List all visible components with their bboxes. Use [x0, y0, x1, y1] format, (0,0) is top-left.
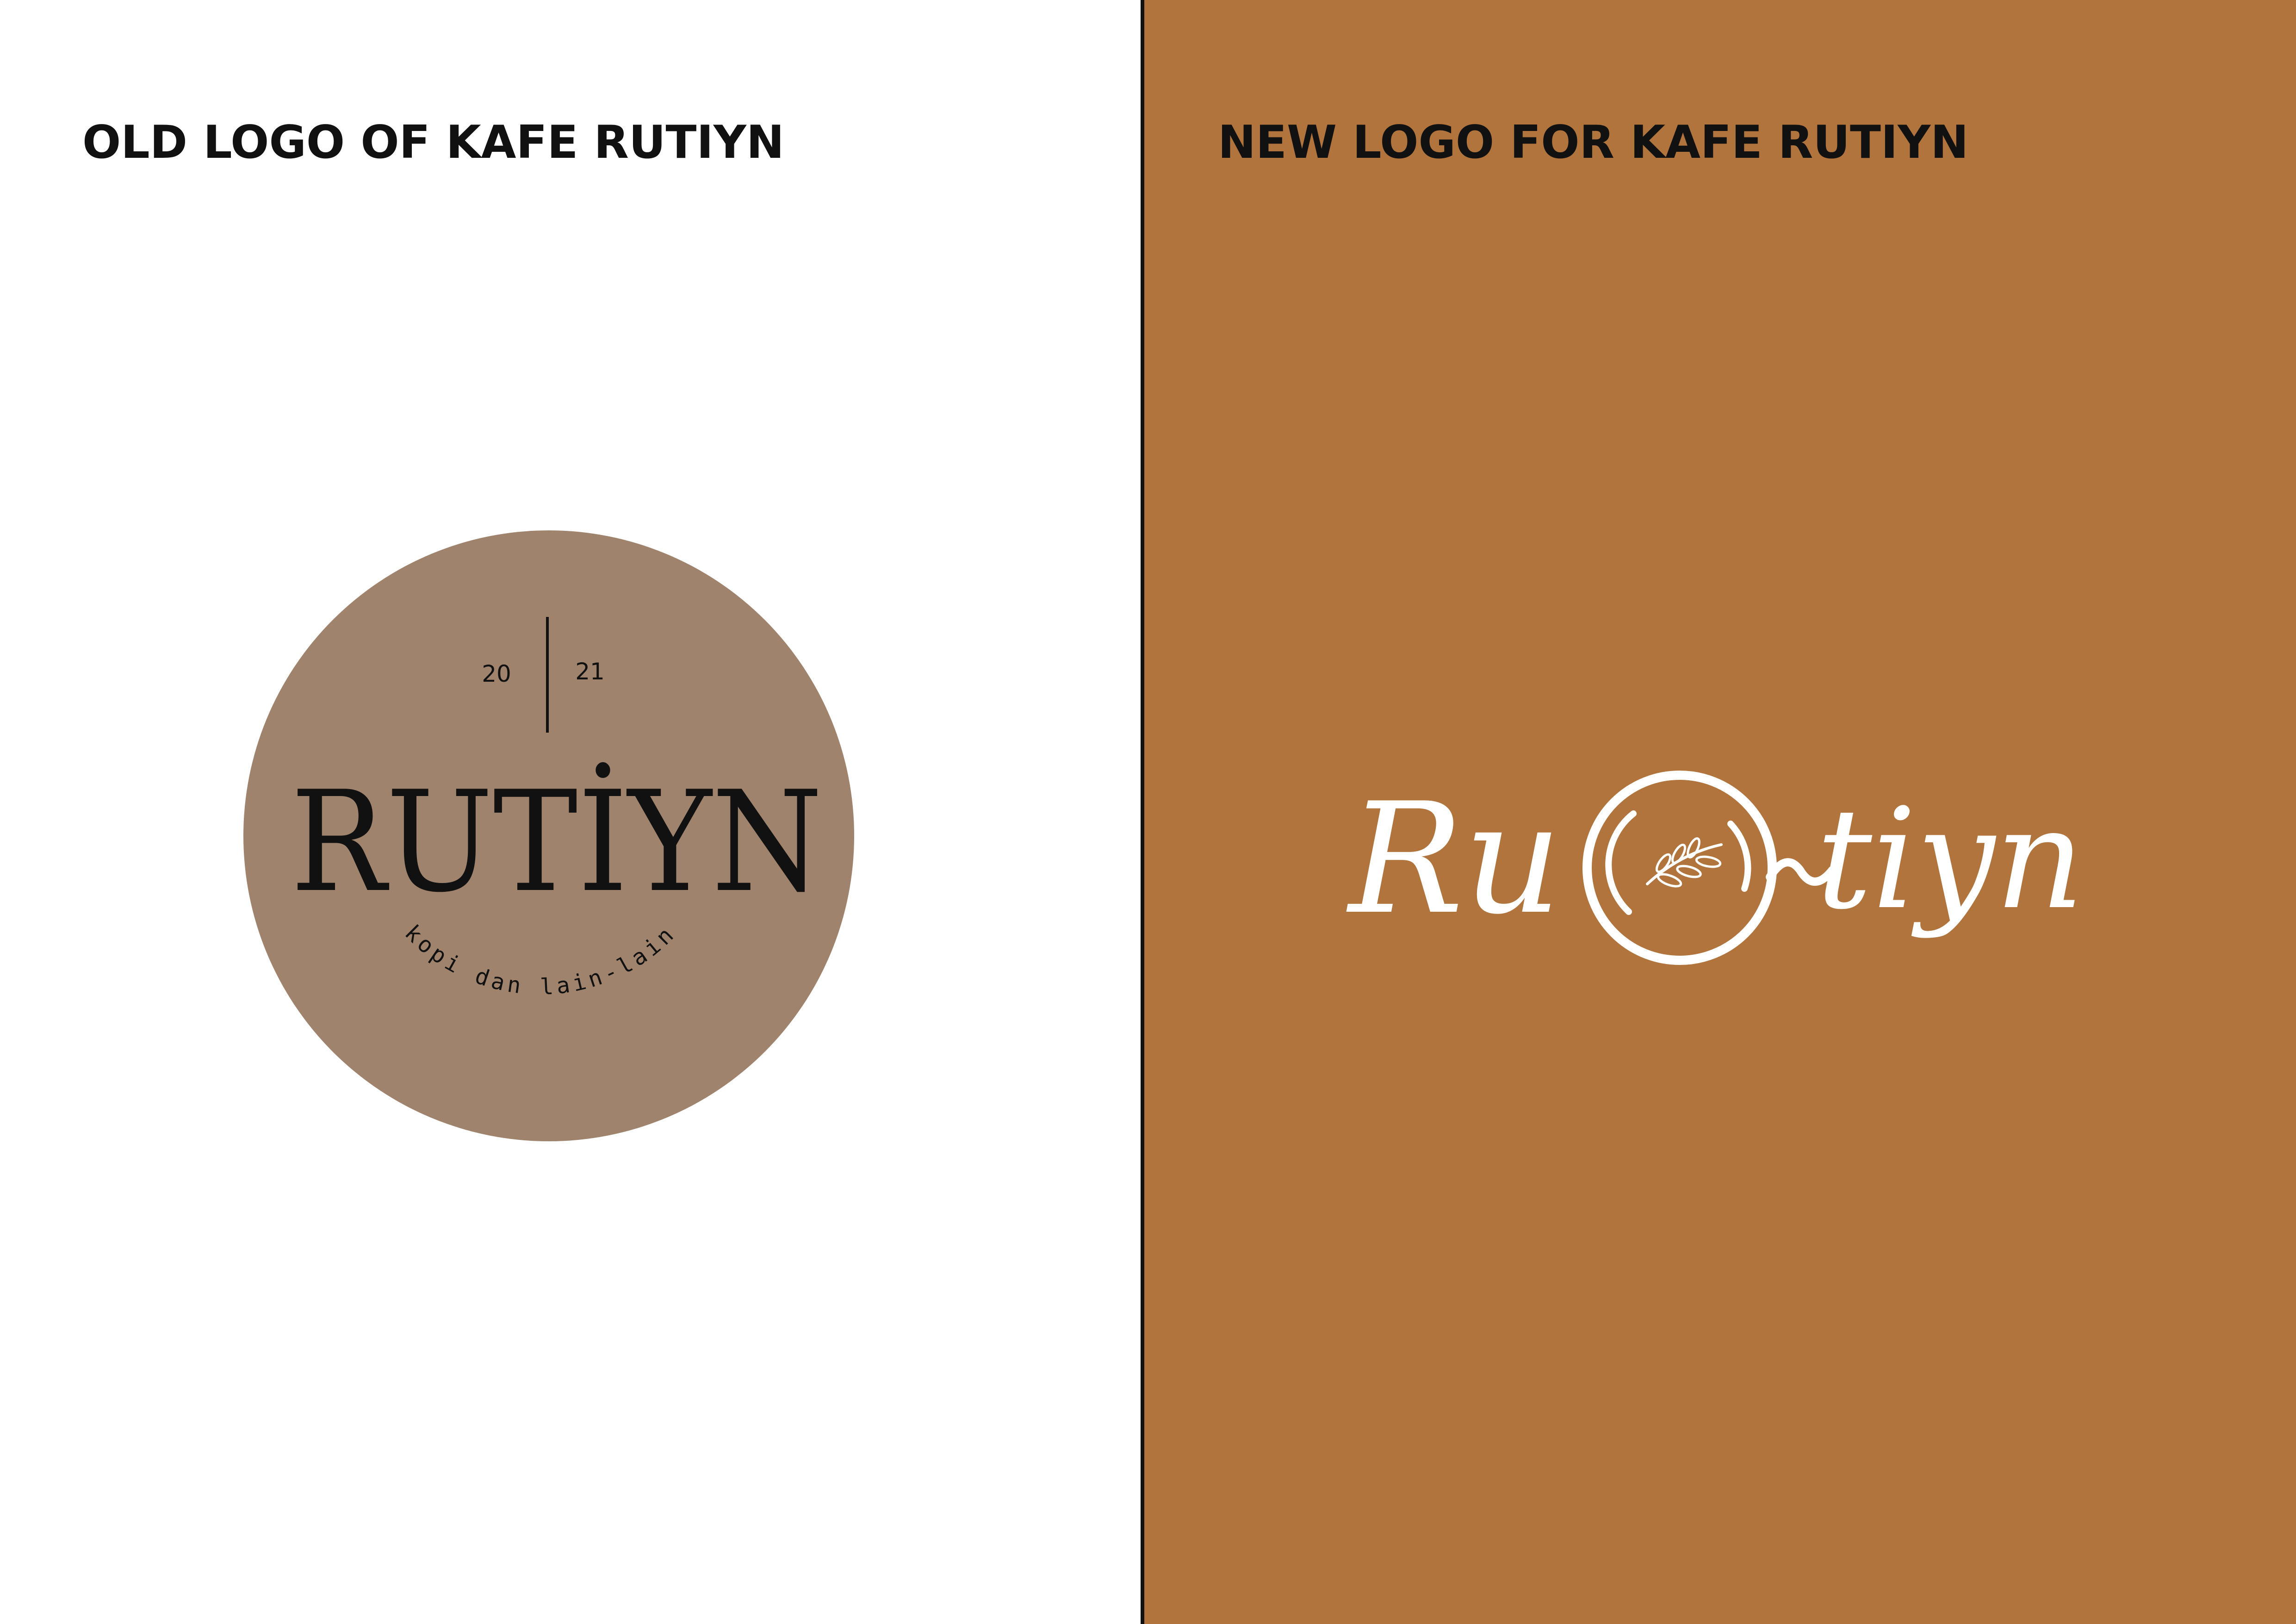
new-logo: Ru tiyn	[1333, 759, 2101, 1018]
old-logo-wordmark: RUTİYN	[291, 761, 823, 923]
panel-divider	[1141, 0, 1144, 1624]
year-divider	[546, 617, 549, 733]
year-right: 21	[575, 658, 605, 685]
year-left: 20	[482, 660, 511, 687]
new-logo-heading: NEW LOGO FOR KAFE RUTIYN	[1218, 116, 1969, 169]
old-logo-heading: OLD LOGO OF KAFE RUTIYN	[82, 116, 784, 169]
old-logo-panel: OLD LOGO OF KAFE RUTIYN 20 21 RUTİYN kop…	[0, 0, 1141, 1624]
old-logo-badge: 20 21 RUTİYN kopi dan lain-lain	[242, 529, 856, 1143]
coffee-cup-leaf-icon	[1582, 771, 1837, 965]
new-logo-wordmark-start: Ru	[1346, 770, 1562, 948]
new-logo-wordmark-end: tiyn	[1816, 778, 2084, 940]
